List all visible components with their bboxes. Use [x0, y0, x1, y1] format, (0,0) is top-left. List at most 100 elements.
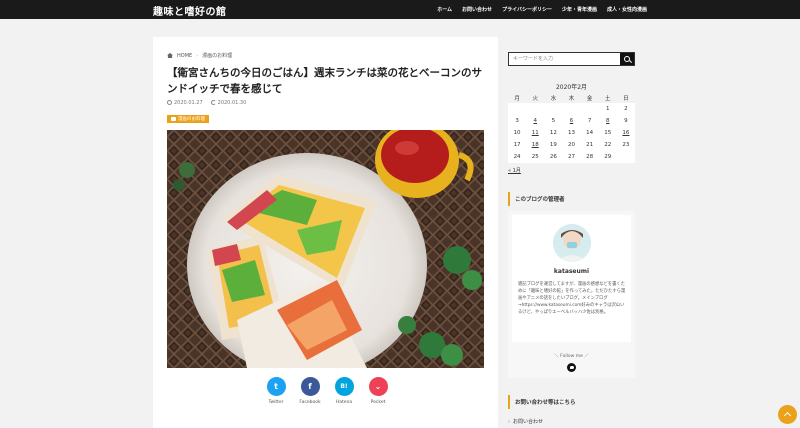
calendar-weekday: 金 [580, 92, 599, 103]
chevron-up-icon [783, 411, 792, 420]
profile-card: kataseumi 雑記ブログを運営してますが、漫画の感想などを書くために「趣味… [512, 215, 631, 342]
share-facebook[interactable]: f Facebook [299, 377, 321, 405]
calendar-week: 10 11 12 13 14 15 16 [508, 127, 635, 139]
home-icon [167, 53, 173, 58]
avatar[interactable] [553, 224, 591, 262]
calendar-day[interactable]: 8 [598, 115, 617, 127]
scroll-to-top-button[interactable] [778, 405, 797, 424]
calendar-day: 27 [562, 151, 581, 163]
category-badge[interactable]: 漫画のお料理 [167, 115, 209, 123]
calendar-week: 3456789 [508, 115, 635, 127]
calendar-day: 15 [598, 127, 617, 139]
updated-date: 2020.01.30 [210, 100, 247, 106]
calendar-day: 10 [508, 127, 527, 139]
pocket-icon[interactable]: ⌄ [368, 377, 388, 396]
calendar-day: 5 [544, 115, 563, 127]
search-input[interactable] [509, 53, 620, 65]
chevron-right-icon: › [508, 418, 510, 425]
post-dates: 2020.01.27 2020.01.30 [167, 100, 246, 106]
search-icon [624, 56, 630, 62]
calendar-day[interactable]: 18 [526, 139, 545, 151]
calendar-day: 24 [508, 151, 527, 163]
calendar-day: 26 [544, 151, 563, 163]
calendar-day: 17 [508, 139, 527, 151]
calendar-day: 28 [580, 151, 599, 163]
search-form [508, 52, 635, 66]
calendar-day: 20 [562, 139, 581, 151]
calendar-week: 12 [508, 103, 635, 115]
calendar-day: 21 [580, 139, 599, 151]
nav-home[interactable]: ホーム [437, 6, 452, 13]
contact-link[interactable]: › お問い合わせ [508, 418, 544, 426]
calendar-day: 2 [616, 103, 635, 115]
calendar-weekday: 月 [508, 92, 527, 103]
calendar-day[interactable]: 6 [562, 115, 581, 127]
share-facebook-label: Facebook [299, 400, 321, 405]
follow-twitter-button[interactable] [567, 363, 576, 372]
clock-icon [167, 100, 172, 105]
site-title[interactable]: 趣味と嗜好の館 [153, 3, 227, 18]
calendar-day: 7 [580, 115, 599, 127]
update-icon [210, 100, 216, 105]
profile-name: kataseumi [553, 268, 590, 275]
nav-contact[interactable]: お問い合わせ [462, 6, 492, 13]
calendar-week: 17 18 19 20 21 22 23 [508, 139, 635, 151]
facebook-icon[interactable]: f [300, 377, 320, 396]
nav-privacy[interactable]: プライバシーポリシー [502, 6, 552, 13]
calendar-empty-cell [580, 103, 599, 115]
calendar-day[interactable]: 16 [616, 127, 635, 139]
share-twitter[interactable]: t Twitter [265, 377, 287, 405]
calendar-day: 1 [598, 103, 617, 115]
calendar-day[interactable]: 4 [526, 115, 545, 127]
search-button[interactable] [620, 53, 634, 65]
admin-widget-heading: このブログの管理者 [508, 192, 635, 206]
calendar-day: 12 [544, 127, 563, 139]
sandwich-photo-illustration [167, 130, 484, 368]
contact-link-label: お問い合わせ [513, 419, 544, 425]
calendar-day: 25 [526, 151, 545, 163]
profile-bio: 雑記ブログを運営してますが、漫画の感想などを書くために「趣味と嗜好の館」を作って… [518, 282, 626, 315]
calendar-empty-cell [616, 151, 635, 163]
share-twitter-label: Twitter [268, 400, 284, 405]
twitter-icon[interactable]: t [266, 377, 286, 396]
calendar-day: 14 [580, 127, 599, 139]
calendar-weekday: 火 [526, 92, 545, 103]
calendar-weekday: 土 [598, 92, 617, 103]
twitter-bird-icon [569, 366, 574, 369]
calendar-day: 13 [562, 127, 581, 139]
main-nav: ホーム お問い合わせ プライバシーポリシー 少年・青年漫画 成人・女性向漫画 [437, 0, 647, 19]
calendar-day: 22 [598, 139, 617, 151]
hatena-icon[interactable]: B! [334, 377, 354, 396]
calendar-empty-cell [544, 103, 563, 115]
calendar-week: 24 25 26 27 28 29 [508, 151, 635, 163]
share-hatena[interactable]: B! Hatena [333, 377, 355, 405]
share-buttons: t Twitter f Facebook B! Hatena ⌄ Pocket [265, 377, 389, 405]
post-title: 【衛宮さんちの今日のごはん】週末ランチは菜の花とベーコンのサンドイッチで春を感じ… [167, 67, 482, 95]
calendar-day[interactable]: 11 [526, 127, 545, 139]
article-card: HOME › 漫画のお料理 【衛宮さんちの今日のごはん】週末ランチは菜の花とベー… [153, 37, 498, 428]
share-pocket-label: Pocket [370, 400, 386, 405]
share-hatena-label: Hatena [335, 400, 353, 405]
calendar-empty-cell [508, 103, 527, 115]
updated-date-text: 2020.01.30 [217, 100, 247, 106]
nav-shonen-manga[interactable]: 少年・青年漫画 [562, 6, 597, 13]
calendar-weekday: 日 [616, 92, 635, 103]
folder-icon [171, 117, 176, 121]
calendar-widget: 2020年2月 月火水木金土日 1 2 3 4 5 6 7 8 9 10 11 12 13 14 15 16 1… [508, 82, 635, 163]
calendar-day: 9 [616, 115, 635, 127]
calendar-day: 3 [508, 115, 527, 127]
calendar-table: 月火水木金土日 1 2 3 4 5 6 7 8 9 10 11 12 13 14 15 16 17 18 19 20 2… [508, 92, 635, 163]
breadcrumb: HOME › 漫画のお料理 [167, 52, 232, 59]
breadcrumb-category[interactable]: 漫画のお料理 [202, 52, 232, 59]
calendar-empty-cell [562, 103, 581, 115]
article-photo [167, 130, 484, 368]
calendar-day: 29 [598, 151, 617, 163]
calendar-caption: 2020年2月 [555, 84, 588, 91]
category-label: 漫画のお料理 [178, 117, 205, 122]
calendar-prev-month[interactable]: « 1月 [508, 167, 521, 174]
share-pocket[interactable]: ⌄ Pocket [367, 377, 389, 405]
breadcrumb-home[interactable]: HOME [177, 53, 192, 59]
published-date-text: 2020.01.27 [174, 100, 203, 106]
site-header: 趣味と嗜好の館 ホーム お問い合わせ プライバシーポリシー 少年・青年漫画 成人… [0, 0, 800, 19]
nav-adult-manga[interactable]: 成人・女性向漫画 [607, 6, 647, 13]
